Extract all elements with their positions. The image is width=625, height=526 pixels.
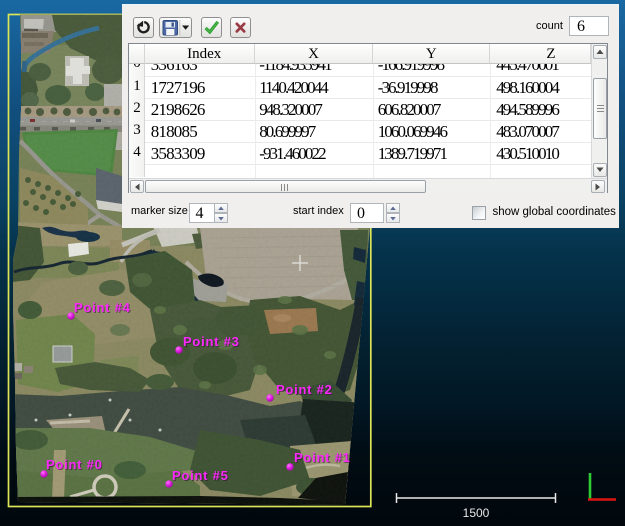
- svg-text:1500: 1500: [463, 506, 490, 520]
